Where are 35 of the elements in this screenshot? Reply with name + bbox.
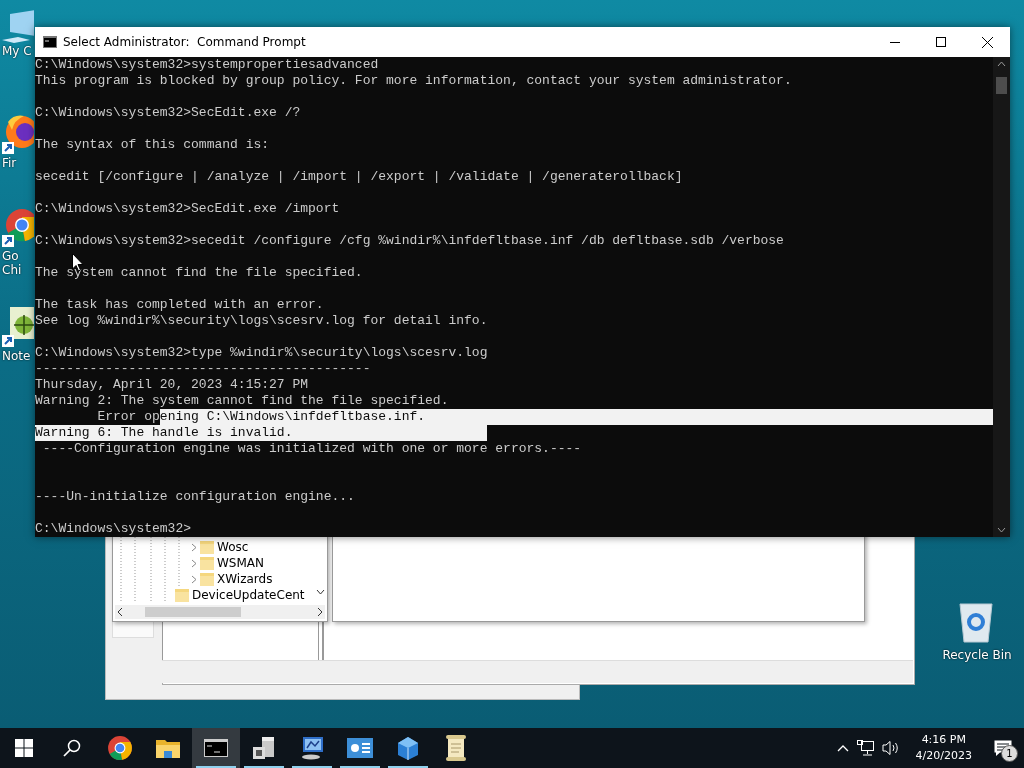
console-line: ------------------------------------------- [35,361,371,377]
console-line: ----Configuration engine was initialized with one or more errors.---- [41,441,582,457]
console-line: ----Un-initialize configuration engine... [35,489,355,505]
icon-label: Fir [1,156,17,170]
console-line: The task has completed with an error. [35,297,324,313]
console-line: C:\Windows\system32>secedit /configure /cfg %windir%\infdefltbase.inf /db defltbase.sdb /verbose [35,233,784,249]
console-line: The syntax of this command is: [35,137,270,153]
selected-text: ening C:\Windows\infdefltbase.inf. [159,409,993,425]
clock-time: 4:16 PM [921,732,966,748]
console-line: C:\Windows\system32>SecEdit.exe /? [35,105,301,121]
console-line: See log %windir%\security\logs\scesrv.log for detail info. [35,313,488,329]
clock[interactable]: 4:16 PM 4/20/2023 [915,732,972,764]
icon-label: Go [1,249,19,263]
console-line: C:\Windows\system32>type %windir%\security\logs\scesrv.log [35,345,488,361]
console-line: Warning 2: The system cannot find the file specified. [35,393,449,409]
folder-label[interactable]: Wosc [217,540,249,554]
console-line: Error op [96,409,160,425]
folder-label[interactable]: WSMAN [217,556,265,570]
console-line: C:\Windows\system32> [35,521,192,537]
console-line: secedit [/configure | /analyze | /import | /export | /validate | /generaterollback] [35,169,683,185]
selected-text: Warning 6: The handle is invalid. [35,425,488,441]
icon-label: Chi [1,263,22,277]
console-line: C:\Windows\system32>SecEdit.exe /import [35,201,340,217]
notification-badge: 1 [1001,745,1018,762]
folder-label[interactable]: DeviceUpdateCent [192,588,305,602]
window-title: Select Administrator: Command Prompt [63,35,307,49]
console-line: Thursday, April 20, 2023 4:15:27 PM [35,377,309,393]
icon-label: Note [1,349,31,363]
icon-label: Recycle Bin [941,648,1012,662]
clock-date: 4/20/2023 [915,748,972,764]
console-line: The system cannot find the file specified. [35,265,363,281]
console-line: This program is blocked by group policy. For more information, contact your system administrator. [35,73,792,89]
icon-label: My C [1,44,32,58]
folder-label[interactable]: XWizards [217,572,273,586]
console-line: C:\Windows\system32>systempropertiesadvanced [35,57,379,73]
